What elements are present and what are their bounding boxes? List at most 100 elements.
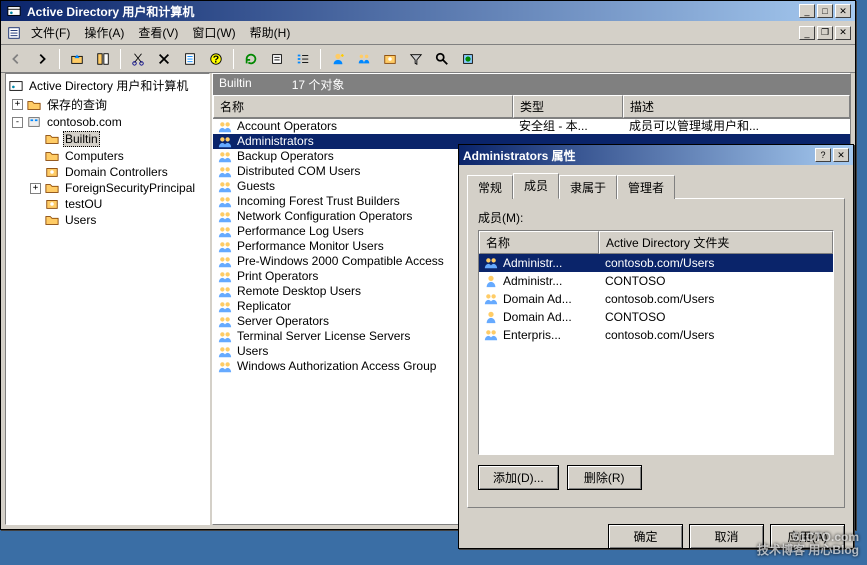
new-group-button[interactable] [353, 48, 375, 70]
ou-icon [44, 165, 60, 179]
delete-button[interactable] [153, 48, 175, 70]
tree-domain[interactable]: - contosob.com [8, 114, 207, 130]
tab-memberof[interactable]: 隶属于 [559, 175, 617, 199]
member-name: Domain Ad... [501, 291, 603, 307]
forward-button[interactable] [31, 48, 53, 70]
expander-plus-icon[interactable]: + [12, 99, 23, 110]
back-button[interactable] [5, 48, 27, 70]
member-name: Domain Ad... [501, 309, 603, 325]
ok-button[interactable]: 确定 [608, 524, 683, 549]
member-row[interactable]: Enterpris...contosob.com/Users [479, 326, 833, 344]
members-label: 成员(M): [478, 209, 834, 226]
app-icon [8, 79, 24, 93]
tree-label: 保存的查询 [45, 96, 109, 113]
list-row[interactable]: Account Operators安全组 - 本...成员可以管理域用户和... [213, 119, 850, 134]
new-user-button[interactable] [327, 48, 349, 70]
members-col-name[interactable]: 名称 [479, 231, 599, 254]
tree-saved-queries[interactable]: + 保存的查询 [8, 95, 207, 114]
dialog-close-button[interactable]: ✕ [833, 148, 849, 162]
member-row[interactable]: Domain Ad...CONTOSO [479, 308, 833, 326]
group-icon [217, 300, 233, 314]
members-body[interactable]: Administr...contosob.com/UsersAdministr.… [479, 254, 833, 344]
member-folder: CONTOSO [603, 309, 829, 325]
child-close-button[interactable]: ✕ [835, 26, 851, 40]
member-buttons: 添加(D)... 删除(R) [478, 465, 834, 490]
help-button[interactable]: ? [205, 48, 227, 70]
tree-item[interactable]: testOU [8, 196, 207, 212]
col-name[interactable]: 名称 [213, 95, 513, 118]
member-name: Administr... [501, 255, 603, 271]
tree-item[interactable]: Domain Controllers [8, 164, 207, 180]
menu-help[interactable]: 帮助(H) [244, 22, 297, 43]
expander-minus-icon[interactable]: - [12, 117, 23, 128]
folder-icon [44, 213, 60, 227]
menu-action[interactable]: 操作(A) [78, 22, 130, 43]
export-button[interactable] [266, 48, 288, 70]
dialog-body: 常规 成员 隶属于 管理者 成员(M): 名称 Active Directory… [459, 165, 853, 516]
member-row[interactable]: Domain Ad...contosob.com/Users [479, 290, 833, 308]
minimize-button[interactable]: _ [799, 4, 815, 18]
tree-item[interactable]: Computers [8, 148, 207, 164]
tree-label: ForeignSecurityPrincipal [63, 181, 197, 195]
close-button[interactable]: ✕ [835, 4, 851, 18]
members-list[interactable]: 名称 Active Directory 文件夹 Administr...cont… [478, 230, 834, 455]
tree-root[interactable]: Active Directory 用户和计算机 [8, 76, 207, 95]
main-title: Active Directory 用户和计算机 [5, 3, 799, 20]
tree-label: testOU [63, 197, 104, 211]
properties-button[interactable] [179, 48, 201, 70]
tab-members[interactable]: 成员 [513, 173, 559, 199]
menu-window[interactable]: 窗口(W) [186, 22, 241, 43]
member-icon [483, 292, 499, 306]
member-row[interactable]: Administr...CONTOSO [479, 272, 833, 290]
tree-label: Active Directory 用户和计算机 [27, 77, 190, 94]
filter-button[interactable] [405, 48, 427, 70]
dialog-title: Administrators 属性 [463, 147, 815, 164]
col-desc[interactable]: 描述 [623, 95, 850, 118]
ou-icon [44, 197, 60, 211]
group-icon [217, 150, 233, 164]
new-ou-button[interactable] [379, 48, 401, 70]
list-header-bar: Builtin 17 个对象 [213, 74, 850, 95]
tree-item[interactable]: Users [8, 212, 207, 228]
folder-icon [44, 132, 60, 146]
add-domain-button[interactable] [457, 48, 479, 70]
show-hide-tree-button[interactable] [92, 48, 114, 70]
maximize-button[interactable]: □ [817, 4, 833, 18]
find-button[interactable] [431, 48, 453, 70]
group-icon [217, 315, 233, 329]
tree-item[interactable]: + ForeignSecurityPrincipal [8, 180, 207, 196]
dialog-window-controls: ? ✕ [815, 148, 849, 162]
member-row[interactable]: Administr...contosob.com/Users [479, 254, 833, 272]
member-icon [483, 328, 499, 342]
menu-view[interactable]: 查看(V) [132, 22, 184, 43]
tree-panel[interactable]: Active Directory 用户和计算机 + 保存的查询 - contos… [5, 73, 210, 525]
svg-text:?: ? [213, 53, 219, 65]
folder-icon [44, 181, 60, 195]
members-col-folder[interactable]: Active Directory 文件夹 [599, 231, 833, 254]
menu-file[interactable]: 文件(F) [25, 22, 76, 43]
tree-item[interactable]: Builtin [8, 130, 207, 148]
cancel-button[interactable]: 取消 [689, 524, 764, 549]
remove-button[interactable]: 删除(R) [567, 465, 642, 490]
add-button[interactable]: 添加(D)... [478, 465, 559, 490]
toolbar: ? [1, 45, 855, 73]
member-name: Enterpris... [501, 327, 603, 343]
tab-strip: 常规 成员 隶属于 管理者 [467, 173, 845, 199]
child-restore-button[interactable]: ❐ [817, 26, 833, 40]
group-icon [217, 120, 233, 134]
col-type[interactable]: 类型 [513, 95, 623, 118]
expander-plus-icon[interactable]: + [30, 183, 41, 194]
list-button[interactable] [292, 48, 314, 70]
tab-general[interactable]: 常规 [467, 175, 513, 199]
tree-label: Computers [63, 149, 126, 163]
tree-label: Domain Controllers [63, 165, 170, 179]
group-icon [217, 180, 233, 194]
tree-label: Users [63, 213, 98, 227]
dialog-help-button[interactable]: ? [815, 148, 831, 162]
up-folder-button[interactable] [66, 48, 88, 70]
refresh-button[interactable] [240, 48, 262, 70]
child-minimize-button[interactable]: _ [799, 26, 815, 40]
separator [120, 49, 121, 69]
tab-managedby[interactable]: 管理者 [617, 175, 675, 199]
cut-button[interactable] [127, 48, 149, 70]
